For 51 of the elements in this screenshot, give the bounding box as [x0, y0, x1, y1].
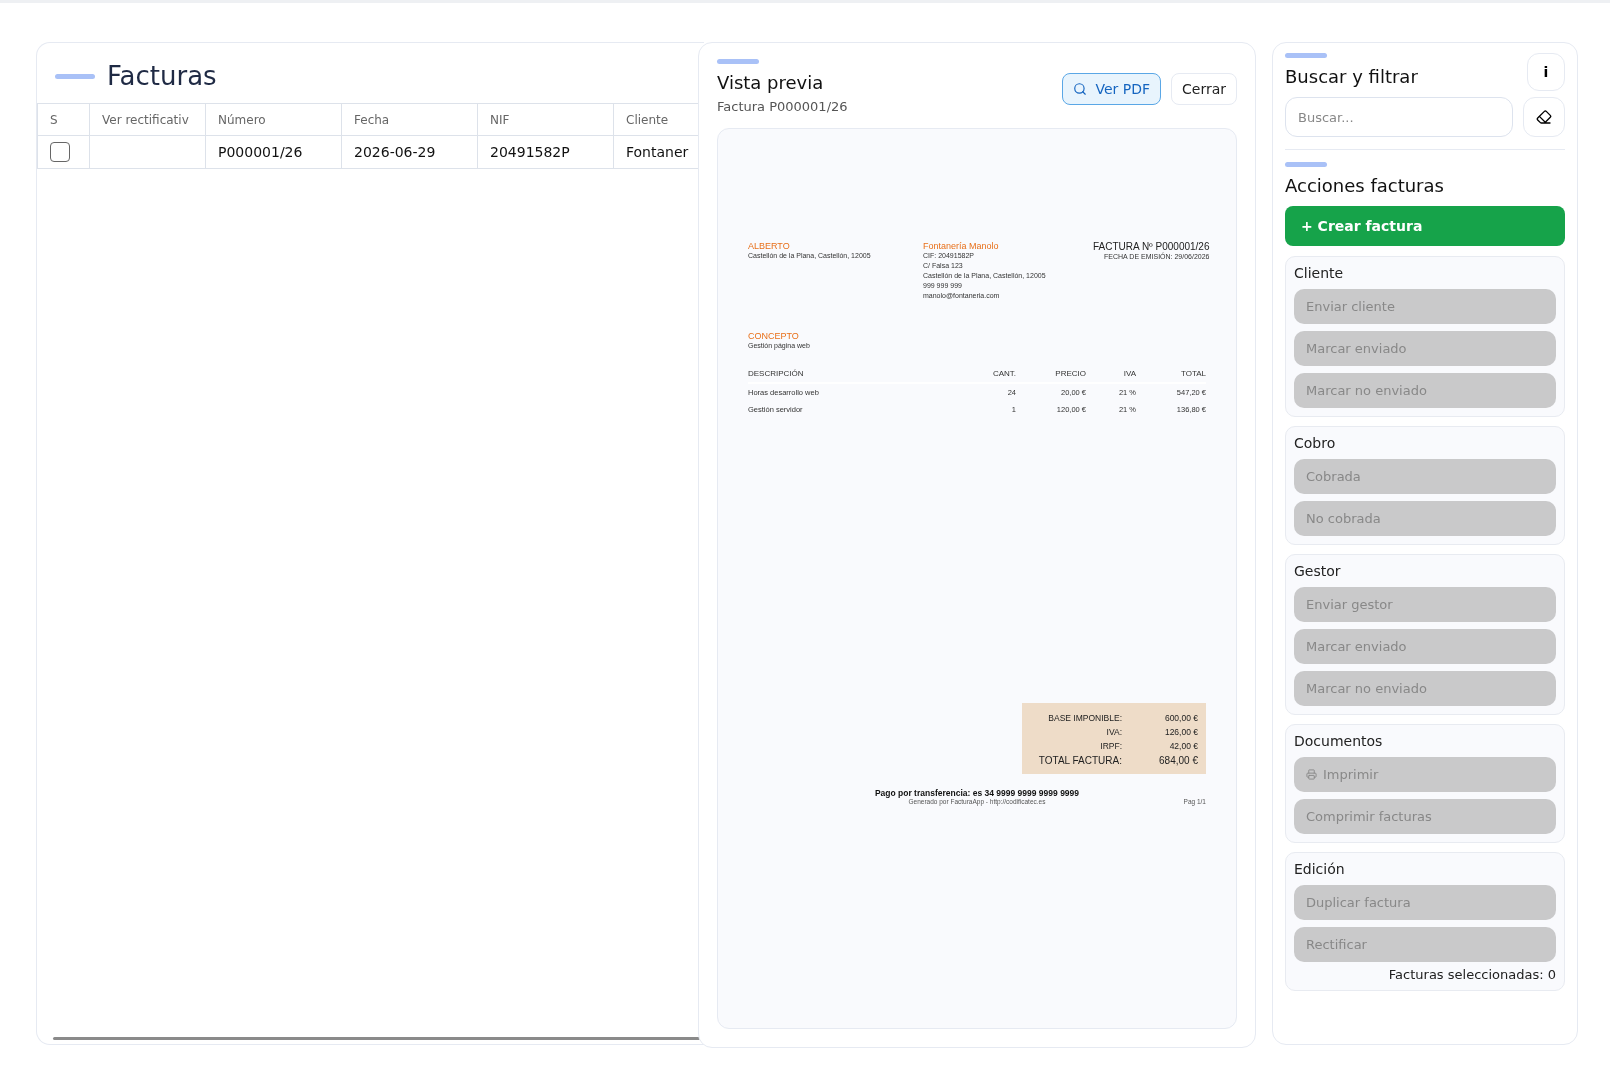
column-header[interactable]: Número: [205, 103, 342, 136]
section-title: Buscar y filtrar: [1285, 66, 1418, 87]
group-title: Edición: [1294, 861, 1346, 877]
eraser-icon: [1536, 109, 1552, 125]
document-column-header: IVA: [1122, 369, 1136, 378]
accent-bar: [1285, 162, 1327, 167]
group-title: Documentos: [1294, 733, 1384, 749]
total-value: 600,00 €: [1163, 713, 1198, 723]
group-title: Cobro: [1294, 435, 1337, 451]
column-header[interactable]: Ver rectificativ: [89, 103, 206, 136]
section-title: Acciones facturas: [1285, 175, 1445, 196]
accent-bar: [55, 73, 95, 79]
column-header[interactable]: NIF: [477, 103, 614, 136]
total-label: IVA:: [1105, 727, 1122, 737]
client-name: ALBERTO: [748, 241, 791, 251]
selected-count: Facturas seleccionadas: 0: [1387, 967, 1556, 982]
printer-icon: [1306, 769, 1317, 780]
create-invoice-button[interactable]: + Crear factura: [1285, 206, 1565, 246]
issuer-name: Fontanería Manolo: [923, 241, 1000, 251]
table-cell: P000001/26: [205, 135, 342, 169]
clear-filter-button[interactable]: [1523, 97, 1565, 137]
document-column-header: CANT.: [991, 369, 1016, 378]
document-column-header: DESCRIPCIÓN: [748, 369, 805, 378]
total-value: 126,00 €: [1163, 727, 1198, 737]
total-value: 684,00 €: [1158, 755, 1198, 766]
preview-subtitle: Factura P000001/26: [717, 99, 848, 114]
document-column-header: PRECIO: [1054, 369, 1086, 378]
panel-title: Facturas: [107, 61, 217, 91]
group-title: Gestor: [1294, 563, 1342, 579]
search-field[interactable]: Buscar...: [1285, 97, 1513, 137]
row-checkbox[interactable]: [50, 142, 70, 162]
accent-bar: [1285, 53, 1327, 58]
total-label: IRPF:: [1099, 741, 1122, 751]
total-label: BASE IMPONIBLE:: [1047, 713, 1122, 723]
close-button[interactable]: Cerrar: [1171, 73, 1237, 105]
concept-label: CONCEPTO: [748, 331, 800, 341]
total-label: TOTAL FACTURA:: [1037, 755, 1122, 766]
invoice-number: FACTURA Nº P000001/26: [1093, 241, 1210, 252]
accent-bar: [717, 59, 759, 64]
column-header[interactable]: S: [37, 103, 90, 136]
info-button[interactable]: i: [1527, 53, 1565, 91]
table-cell: 2026-06-29: [341, 135, 478, 169]
document-column-header: TOTAL: [1179, 369, 1206, 378]
total-value: 42,00 €: [1168, 741, 1198, 751]
view-pdf-button[interactable]: Ver PDF: [1062, 73, 1161, 105]
group-title: Cliente: [1294, 265, 1345, 281]
preview-title: Vista previa: [717, 72, 825, 93]
table-cell: 20491582P: [477, 135, 614, 169]
search-icon: [1073, 82, 1088, 96]
payment-info: Pago por transferencia: es 34 9999 9999 9999 9999: [874, 788, 1080, 798]
column-header[interactable]: Fecha: [341, 103, 478, 136]
